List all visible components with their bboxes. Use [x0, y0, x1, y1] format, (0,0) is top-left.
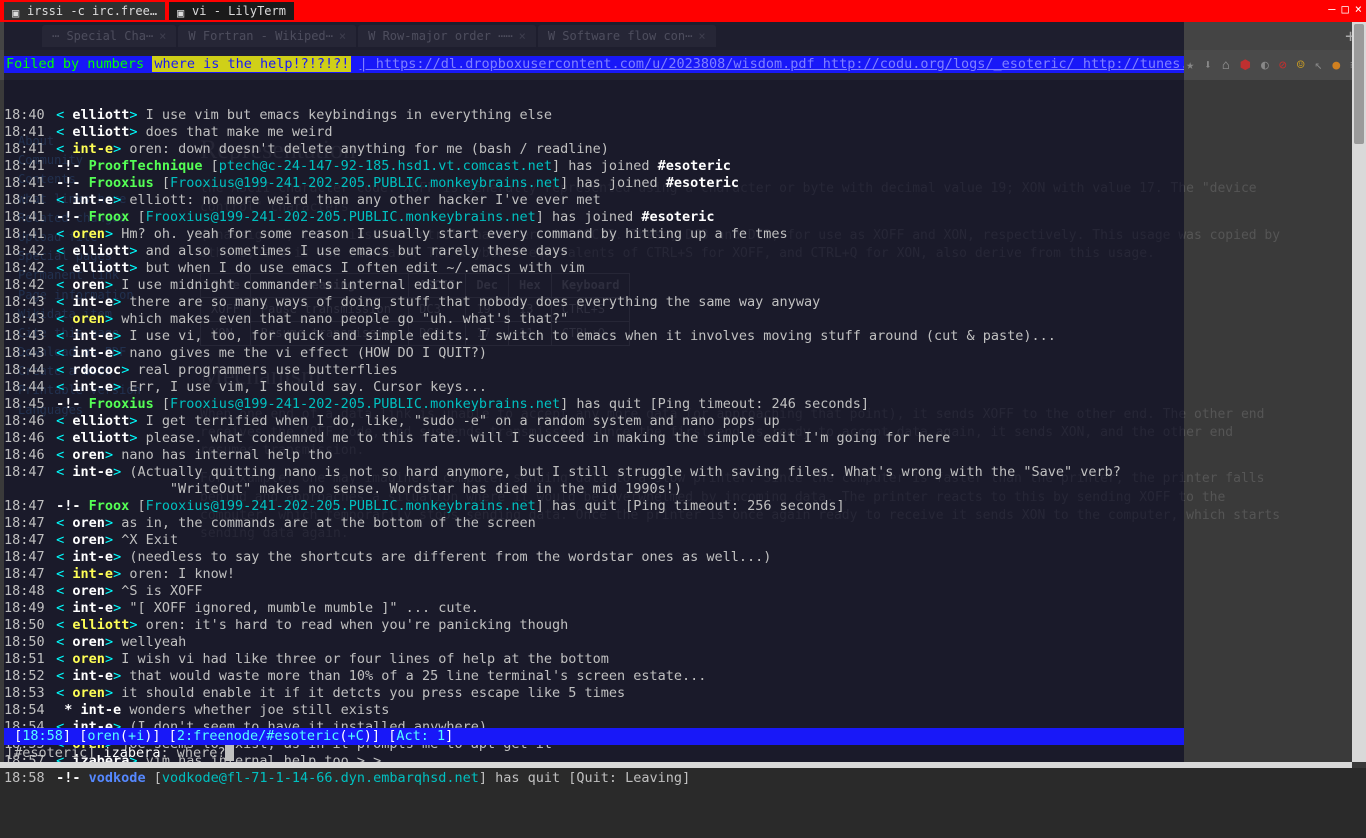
irssi-statusbar: [18:58] [oren(+i)] [2:freenode/#esoteric…: [4, 728, 1184, 745]
irssi-input[interactable]: [#esoteric] izabera: where?: [4, 745, 1184, 762]
home-icon[interactable]: ⌂: [1222, 58, 1230, 73]
chat-line: 18:58 -!- vodkode [vodkode@fl-71-1-14-66…: [4, 770, 1184, 787]
chat-line: 18:41 < int-e> oren: down doesn't delete…: [4, 141, 1184, 158]
chat-line: 18:41 < elliott> does that make me weird: [4, 124, 1184, 141]
chat-line: 18:53 < oren> it should enable it if it …: [4, 685, 1184, 702]
text-cursor: [225, 745, 233, 761]
chat-log: 18:40 < elliott> I use vim but emacs key…: [4, 107, 1184, 787]
chat-line: 18:43 < int-e> I use vi, too, for quick …: [4, 328, 1184, 345]
chat-line: 18:47 -!- Froox [Frooxius@199-241-202-20…: [4, 498, 1184, 515]
chat-line: 18:47 < int-e> oren: I know!: [4, 566, 1184, 583]
chat-line: 18:42 < elliott> but when I do use emacs…: [4, 260, 1184, 277]
chat-line: 18:43 < oren> which makes even that nano…: [4, 311, 1184, 328]
chat-line: 18:45 -!- Frooxius [Frooxius@199-241-202…: [4, 396, 1184, 413]
chat-line: 18:43 < int-e> nano gives me the vi effe…: [4, 345, 1184, 362]
chat-line: 18:41 -!- Frooxius [Frooxius@199-241-202…: [4, 175, 1184, 192]
chat-line: 18:44 < int-e> Err, I use vim, I should …: [4, 379, 1184, 396]
topic-bar: Foiled by numbers where is the help!?!?!…: [4, 56, 1184, 73]
terminal-icon: ▣: [12, 6, 22, 16]
pointer-icon[interactable]: ↖: [1315, 58, 1323, 73]
chat-line: 18:42 < elliott> and also sometimes I us…: [4, 243, 1184, 260]
chat-line: 18:43 < int-e> there are so many ways of…: [4, 294, 1184, 311]
chat-line: 18:47 < int-e> (Actually quitting nano i…: [4, 464, 1184, 481]
download-icon[interactable]: ⬇: [1204, 58, 1212, 73]
chat-line: 18:54 * int-e wonders whether joe still …: [4, 702, 1184, 719]
chat-line: 18:47 < oren> ^X Exit: [4, 532, 1184, 549]
chat-line: 18:41 < oren> Hm? oh. yeah for some reas…: [4, 226, 1184, 243]
chat-line: 18:47 < oren> as in, the commands are at…: [4, 515, 1184, 532]
scrollbar-thumb[interactable]: [1354, 24, 1364, 144]
titlebar-tab-vi[interactable]: ▣ vi - LilyTerm: [169, 2, 294, 20]
tab-label: irssi -c irc.free…: [27, 4, 157, 18]
chat-line: "WriteOut" makes no sense. Wordstar has …: [4, 481, 1184, 498]
adblock-icon[interactable]: ⬢: [1240, 58, 1251, 73]
minimize-icon[interactable]: —: [1328, 2, 1335, 16]
extension-icon[interactable]: ☺: [1297, 58, 1305, 73]
chat-line: 18:50 < oren> wellyeah: [4, 634, 1184, 651]
chat-line: 18:48 < oren> ^S is XOFF: [4, 583, 1184, 600]
vertical-scrollbar[interactable]: [1352, 22, 1366, 762]
chat-line: 18:44 < rdococ> real programmers use but…: [4, 362, 1184, 379]
extension-icon[interactable]: ◐: [1261, 58, 1269, 73]
chat-line: 18:50 < elliott> oren: it's hard to read…: [4, 617, 1184, 634]
horizontal-scrollbar[interactable]: [0, 762, 1352, 768]
terminal-icon: ▣: [177, 6, 187, 16]
chat-line: 18:41 < int-e> elliott: no more weird th…: [4, 192, 1184, 209]
chat-line: 18:41 -!- Froox [Frooxius@199-241-202-20…: [4, 209, 1184, 226]
chat-line: 18:52 < int-e> that would waste more tha…: [4, 668, 1184, 685]
chat-line: 18:47 < int-e> (needless to say the shor…: [4, 549, 1184, 566]
bookmark-icon[interactable]: ★: [1186, 58, 1194, 73]
extension-icon[interactable]: ●: [1332, 58, 1340, 73]
maximize-icon[interactable]: □: [1342, 2, 1349, 16]
chat-line: 18:46 < elliott> I get terrified when I …: [4, 413, 1184, 430]
chat-line: 18:46 < oren> nano has internal help tho: [4, 447, 1184, 464]
window-titlebar: ▣ irssi -c irc.free… ▣ vi - LilyTerm — □…: [0, 0, 1366, 22]
chat-line: 18:49 < int-e> "[ XOFF ignored, mumble m…: [4, 600, 1184, 617]
titlebar-tab-irssi[interactable]: ▣ irssi -c irc.free…: [4, 2, 165, 20]
chat-line: 18:42 < oren> I use midnight commander's…: [4, 277, 1184, 294]
extension-icon[interactable]: ⊘: [1279, 58, 1287, 73]
chat-line: 18:51 < oren> I wish vi had like three o…: [4, 651, 1184, 668]
irssi-terminal[interactable]: Foiled by numbers where is the help!?!?!…: [4, 22, 1184, 762]
chat-line: 18:40 < elliott> I use vim but emacs key…: [4, 107, 1184, 124]
chat-line: 18:41 -!- ProofTechnique [ptech@c-24-147…: [4, 158, 1184, 175]
chat-line: 18:46 < elliott> please. what condemned …: [4, 430, 1184, 447]
tab-label: vi - LilyTerm: [192, 4, 286, 18]
close-icon[interactable]: ×: [1355, 2, 1362, 16]
